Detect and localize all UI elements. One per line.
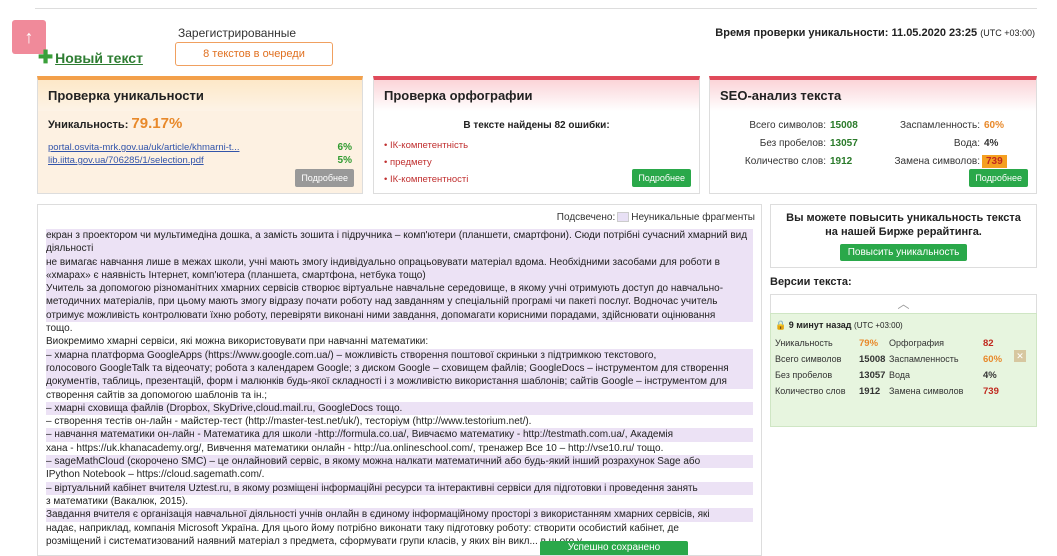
spelling-panel: Проверка орфографии В тексте найдены 82 … xyxy=(373,76,700,194)
arrow-up-icon: ↑ xyxy=(24,27,34,47)
uniqueness-details-button[interactable]: Подробнее xyxy=(295,169,354,187)
editor-line: Завдання вчителя є організація навчально… xyxy=(46,508,753,522)
seo-spam-value: 60% xyxy=(984,120,1005,131)
queue-badge[interactable]: 8 текстов в очереди xyxy=(175,42,333,66)
new-text-link[interactable]: ✚ Новый текст xyxy=(38,47,143,68)
editor-line: – навчання математики он-лайн - Математи… xyxy=(46,428,753,442)
version-chars-label: Всего символов xyxy=(775,354,842,364)
seo-chars-value: 15008 xyxy=(830,120,858,131)
seo-nospace-label: Без пробелов: xyxy=(759,138,826,149)
editor-line: не вимагає навчання лише в межах школи, … xyxy=(46,255,753,269)
source-link[interactable]: lib.iitta.gov.ua/706285/1/selection.pdf xyxy=(48,155,204,166)
editor-line: Виокремимо хмарні сервіси, які можна вик… xyxy=(46,336,429,348)
editor-line: створення сайтів за допомогою шаблонів т… xyxy=(46,389,268,401)
lock-icon: 🔒 xyxy=(775,320,787,330)
source-percent: 5% xyxy=(337,155,352,166)
uniqueness-title: Проверка уникальности xyxy=(38,80,362,111)
version-spam-label: Заспамленность xyxy=(889,354,959,364)
top-divider xyxy=(35,8,1037,9)
editor-line: Учитель за допомогою різноманітних хмарн… xyxy=(46,282,753,296)
version-time: 🔒 9 минут назад (UTC +03:00) xyxy=(775,320,903,330)
spelling-error[interactable]: • ІК-компетентності xyxy=(384,174,468,185)
version-nospace-value: 13057 xyxy=(859,370,886,381)
version-nospace-label: Без пробелов xyxy=(775,370,833,380)
source-link[interactable]: portal.osvita-mrk.gov.ua/uk/article/khma… xyxy=(48,142,239,153)
chevron-up-icon: ︿ xyxy=(897,297,910,311)
editor-line: документів, таблиць, презентацій, форм і… xyxy=(46,375,753,389)
source-percent: 6% xyxy=(337,142,352,153)
highlight-legend: Подсвечено: Неуникальные фрагменты xyxy=(556,212,755,223)
editor-line: з математики (Вакалюк, 2015). xyxy=(46,495,189,507)
uniqueness-value: Уникальность: 79.17% xyxy=(48,115,183,132)
spelling-summary: В тексте найдены 82 ошибки: xyxy=(463,120,610,131)
seo-details-button[interactable]: Подробнее xyxy=(969,169,1028,187)
uniqueness-panel: Проверка уникальности Уникальность: 79.1… xyxy=(37,76,363,194)
version-words-label: Количество слов xyxy=(775,386,846,396)
spelling-error[interactable]: • ІК-компетентність xyxy=(384,140,468,151)
plus-icon: ✚ xyxy=(38,47,54,67)
editor-line: методичних матеріалів, при цьому мають з… xyxy=(46,295,753,309)
seo-chars-label: Всего символов: xyxy=(749,120,826,131)
editor-line: – хмарні сховища файлів (Dropbox, SkyDri… xyxy=(46,401,753,416)
right-sidebar: Вы можете повысить уникальность текста н… xyxy=(770,204,1037,427)
delete-version-icon[interactable]: ✕ xyxy=(1014,350,1026,362)
text-editor[interactable]: Подсвечено: Неуникальные фрагменты екран … xyxy=(37,204,762,556)
seo-words-label: Количество слов: xyxy=(744,156,826,167)
promo-text: Вы можете повысить уникальность текста н… xyxy=(786,212,1021,238)
version-card[interactable]: 🔒 9 минут назад (UTC +03:00) Уникальност… xyxy=(770,313,1037,427)
seo-water-label: Вода: xyxy=(953,138,980,149)
spelling-error[interactable]: • предмету xyxy=(384,157,432,168)
spelling-title: Проверка орфографии xyxy=(374,80,699,111)
version-water-value: 4% xyxy=(983,370,997,381)
versions-title: Версии текста: xyxy=(770,276,852,288)
editor-line: – створення тестів он-лайн - майстер-тес… xyxy=(46,416,532,428)
seo-replace-value: 739 xyxy=(982,155,1007,168)
editor-line: «хмарах» є наявність Інтернет, комп'ютер… xyxy=(46,268,753,283)
editor-line: отримує можливість контролювати їхню роб… xyxy=(46,308,753,323)
version-uniq-value: 79% xyxy=(859,338,879,349)
new-text-label: Новый текст xyxy=(55,50,143,66)
check-time: Время проверки уникальности: 11.05.2020 … xyxy=(715,27,1035,39)
legend-swatch xyxy=(617,212,630,223)
rewrite-promo: Вы можете повысить уникальность текста н… xyxy=(770,204,1037,268)
versions-scroll-up-button[interactable]: ︿ xyxy=(770,294,1037,313)
seo-spam-label: Заспамленность: xyxy=(899,120,980,131)
editor-line: тощо. xyxy=(46,323,73,335)
increase-uniqueness-button[interactable]: Повысить уникальность xyxy=(839,244,968,261)
seo-water-value: 4% xyxy=(984,138,999,149)
version-chars-value: 15008 xyxy=(859,354,886,365)
version-replace-label: Замена символов xyxy=(889,386,964,396)
seo-words-value: 1912 xyxy=(830,156,853,167)
editor-line: хана - https://uk.khanacademy.org/, Вивч… xyxy=(46,442,664,454)
version-replace-value: 739 xyxy=(983,386,999,397)
editor-line: IPython Notebook – https://cloud.sagemat… xyxy=(46,469,265,481)
editor-line: – sageMathCloud (скорочено SMC) – це онл… xyxy=(46,455,753,469)
seo-nospace-value: 13057 xyxy=(830,138,858,149)
seo-panel: SEO-анализ текста Всего символов: 15008 … xyxy=(709,76,1037,194)
registered-label: Зарегистрированные xyxy=(178,26,297,40)
version-water-label: Вода xyxy=(889,370,911,380)
editor-line: – хмарна платформа GoogleApps (https://w… xyxy=(46,348,753,362)
editor-line: надає, наприклад, компанія Microsoft Укр… xyxy=(46,522,679,534)
version-uniq-label: Уникальность xyxy=(775,338,833,348)
seo-title: SEO-анализ текста xyxy=(710,80,1036,111)
spelling-details-button[interactable]: Подробнее xyxy=(632,169,691,187)
editor-text-body[interactable]: екран з проектором чи мультимедіна дошка… xyxy=(46,229,753,548)
editor-line: екран з проектором чи мультимедіна дошка… xyxy=(46,229,753,256)
version-spell-value: 82 xyxy=(983,338,994,349)
editor-line: голосового GoogleTalk та відеочату; робо… xyxy=(46,361,753,376)
version-spell-label: Орфография xyxy=(889,338,945,348)
seo-replace-label: Замена символов: xyxy=(894,156,980,167)
save-toast: Успешно сохранено xyxy=(540,541,688,555)
version-words-value: 1912 xyxy=(859,386,881,397)
version-spam-value: 60% xyxy=(983,354,1003,365)
editor-line: – віртуальний кабінет вчителя Uztest.ru,… xyxy=(46,481,753,495)
